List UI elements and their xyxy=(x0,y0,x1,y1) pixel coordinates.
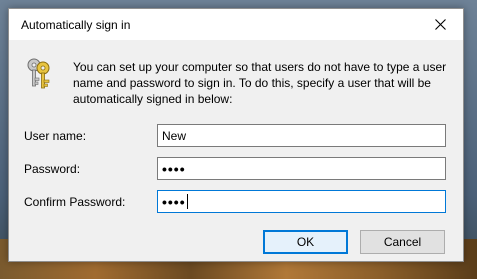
ok-button[interactable]: OK xyxy=(263,230,348,254)
confirm-password-field[interactable]: •••• xyxy=(157,190,446,213)
password-value: •••• xyxy=(162,160,186,177)
title-bar[interactable]: Automatically sign in xyxy=(9,9,463,40)
password-label: Password: xyxy=(24,162,81,176)
close-button[interactable] xyxy=(417,9,463,40)
confirm-password-value: •••• xyxy=(162,193,186,210)
user-name-field[interactable]: New xyxy=(157,124,446,147)
keys-icon xyxy=(27,58,50,89)
user-name-value: New xyxy=(162,128,187,143)
close-icon xyxy=(434,19,446,30)
user-name-label: User name: xyxy=(24,129,87,143)
password-field[interactable]: •••• xyxy=(157,157,446,180)
auto-sign-in-dialog: Automatically sign in You can set up you… xyxy=(8,8,464,262)
window-title: Automatically sign in xyxy=(21,18,131,32)
cancel-button[interactable]: Cancel xyxy=(360,230,445,254)
text-caret xyxy=(186,194,188,209)
dialog-body: You can set up your computer so that use… xyxy=(9,40,463,263)
description-text: You can set up your computer so that use… xyxy=(73,60,447,106)
confirm-password-label: Confirm Password: xyxy=(24,195,126,209)
